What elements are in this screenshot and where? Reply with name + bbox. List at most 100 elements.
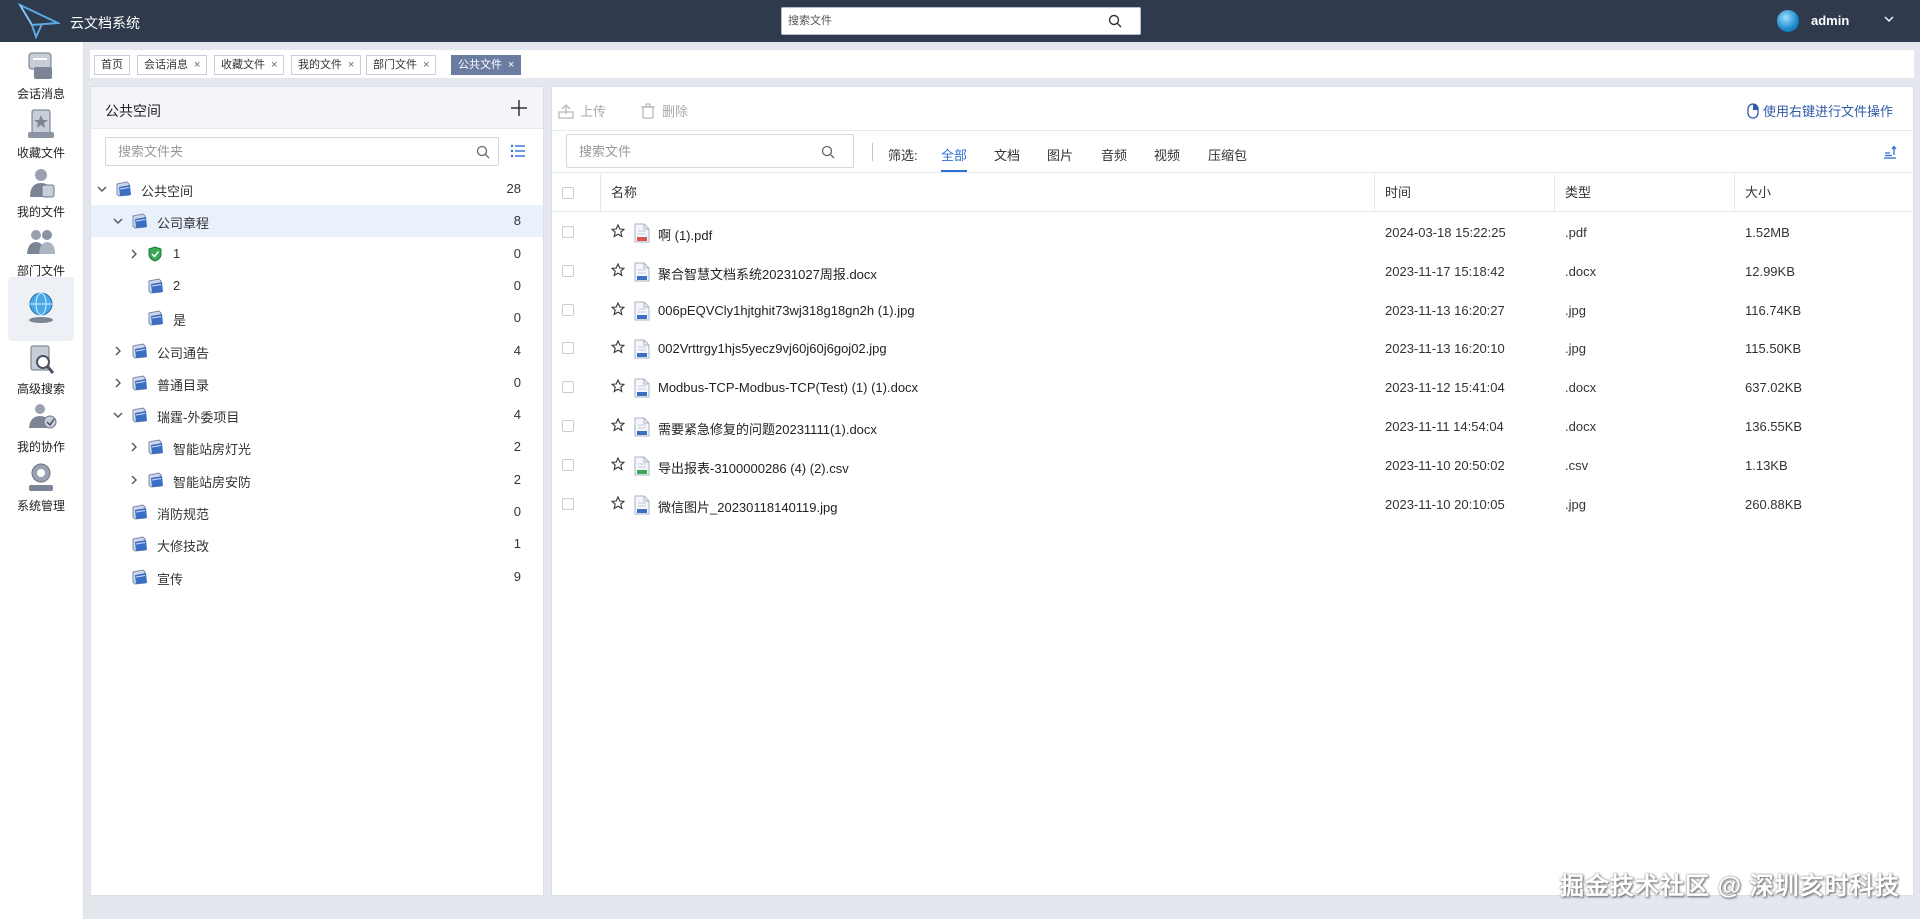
column-header-name[interactable]: 名称 xyxy=(600,174,1224,212)
add-folder-icon[interactable] xyxy=(509,98,529,118)
folder-tree-row[interactable]: 10 xyxy=(91,238,543,270)
file-name[interactable]: 聚合智慧文档系统20231027周报.docx xyxy=(658,264,877,283)
filter-tab-4[interactable]: 视频 xyxy=(1154,145,1180,164)
star-icon[interactable] xyxy=(611,302,625,316)
tab-close-icon[interactable]: × xyxy=(348,59,354,71)
top-search-box[interactable] xyxy=(781,7,1141,35)
table-row[interactable]: 006pEQVCly1hjtghit73wj318g18gn2h (1).jpg… xyxy=(552,291,1913,330)
tab-close-icon[interactable]: × xyxy=(423,59,429,71)
nav-item-2[interactable]: 我的文件 xyxy=(8,165,74,220)
row-checkbox[interactable] xyxy=(562,498,574,510)
tab-3[interactable]: 我的文件 × xyxy=(291,55,362,75)
chevron-down-icon[interactable] xyxy=(97,184,107,194)
search-icon[interactable] xyxy=(1108,14,1122,28)
chevron-down-icon[interactable] xyxy=(113,216,123,226)
file-search-box[interactable] xyxy=(566,134,854,168)
star-icon[interactable] xyxy=(611,457,625,471)
tab-close-icon[interactable]: × xyxy=(271,59,277,71)
nav-item-6[interactable]: 我的协作 xyxy=(8,400,74,455)
row-checkbox[interactable] xyxy=(562,420,574,432)
list-view-icon[interactable] xyxy=(510,144,526,158)
nav-item-1[interactable]: 收藏文件 xyxy=(8,106,74,161)
chevron-right-icon[interactable] xyxy=(129,442,139,452)
upload-button[interactable]: 上传 xyxy=(558,101,606,120)
file-name[interactable]: 002Vrttrgy1hjs5yecz9vj60j60j6goj02.jpg xyxy=(658,341,887,356)
folder-tree-row[interactable]: 智能站房灯光 2 xyxy=(91,431,543,463)
tab-5[interactable]: 公共文件 × xyxy=(451,55,522,75)
column-header-type[interactable]: 类型 xyxy=(1554,174,1734,212)
select-all-checkbox[interactable] xyxy=(562,187,574,199)
tab-close-icon[interactable]: × xyxy=(508,59,514,71)
delete-button[interactable]: 删除 xyxy=(640,101,688,120)
folder-tree-row[interactable]: 大修技改 1 xyxy=(91,528,543,560)
file-name[interactable]: 006pEQVCly1hjtghit73wj318g18gn2h (1).jpg xyxy=(658,303,915,318)
chevron-right-icon[interactable] xyxy=(113,346,123,356)
tab-0[interactable]: 首页 xyxy=(94,55,130,75)
folder-tree-row[interactable]: 20 xyxy=(91,270,543,302)
row-checkbox[interactable] xyxy=(562,342,574,354)
star-icon[interactable] xyxy=(611,496,625,510)
search-icon[interactable] xyxy=(476,145,490,159)
file-name[interactable]: 需要紧急修复的问题20231111(1).docx xyxy=(658,419,877,438)
row-checkbox[interactable] xyxy=(562,265,574,277)
tab-2[interactable]: 收藏文件 × xyxy=(214,55,285,75)
table-row[interactable]: 002Vrttrgy1hjs5yecz9vj60j60j6goj02.jpg 20… xyxy=(552,329,1913,368)
folder-tree-row[interactable]: 公司通告 4 xyxy=(91,335,543,367)
star-icon[interactable] xyxy=(611,340,625,354)
folder-tree-row[interactable]: 是0 xyxy=(91,302,543,334)
file-name[interactable]: 啊 (1).pdf xyxy=(658,225,712,244)
top-search-input[interactable] xyxy=(782,8,1102,34)
star-icon[interactable] xyxy=(611,224,625,238)
table-row[interactable]: 微信图片_20230118140119.jpg 2023-11-10 20:10:… xyxy=(552,485,1913,524)
file-name[interactable]: Modbus-TCP-Modbus-TCP(Test) (1) (1).docx xyxy=(658,380,918,395)
nav-item-3[interactable]: 部门文件 xyxy=(8,224,74,279)
folder-tree-row[interactable]: 瑞霆-外委项目 4 xyxy=(91,399,543,431)
star-icon[interactable] xyxy=(611,418,625,432)
table-row[interactable]: 导出报表-3100000286 (4) (2).csv 2023-11-10 20… xyxy=(552,446,1913,485)
table-row[interactable]: Modbus-TCP-Modbus-TCP(Test) (1) (1).docx… xyxy=(552,368,1913,407)
filter-tab-3[interactable]: 音频 xyxy=(1101,145,1127,164)
table-row[interactable]: 需要紧急修复的问题20231111(1).docx 2023-11-11 14:5… xyxy=(552,407,1913,446)
chevron-right-icon[interactable] xyxy=(113,378,123,388)
row-checkbox[interactable] xyxy=(562,459,574,471)
folder-search-box[interactable] xyxy=(105,137,499,166)
filter-tab-5[interactable]: 压缩包 xyxy=(1208,145,1247,164)
row-checkbox[interactable] xyxy=(562,304,574,316)
nav-item-5[interactable]: 高级搜索 xyxy=(8,342,74,397)
username[interactable]: admin xyxy=(1811,13,1849,28)
row-checkbox[interactable] xyxy=(562,226,574,238)
search-icon[interactable] xyxy=(821,145,835,159)
folder-tree-row[interactable]: 公共空间 28 xyxy=(91,173,543,205)
table-row[interactable]: 聚合智慧文档系统20231027周报.docx 2023-11-17 15:18:… xyxy=(552,252,1913,291)
tab-4[interactable]: 部门文件 × xyxy=(366,55,437,75)
folder-tree-row[interactable]: 普通目录 0 xyxy=(91,367,543,399)
folder-search-input[interactable] xyxy=(106,138,456,165)
filter-tab-0[interactable]: 全部 xyxy=(941,145,968,172)
file-name[interactable]: 微信图片_20230118140119.jpg xyxy=(658,497,837,516)
tab-close-icon[interactable]: × xyxy=(194,59,200,71)
column-header-size[interactable]: 大小 xyxy=(1734,174,1913,212)
folder-tree-row[interactable]: 智能站房安防 2 xyxy=(91,464,543,496)
star-icon[interactable] xyxy=(611,379,625,393)
chevron-down-icon[interactable] xyxy=(1884,14,1894,24)
file-name[interactable]: 导出报表-3100000286 (4) (2).csv xyxy=(658,458,849,477)
folder-tree-row[interactable]: 消防规范 0 xyxy=(91,496,543,528)
chevron-down-icon[interactable] xyxy=(113,410,123,420)
file-search-input[interactable] xyxy=(567,135,807,167)
row-checkbox[interactable] xyxy=(562,381,574,393)
folder-tree-row[interactable]: 公司章程 8 xyxy=(91,205,543,237)
nav-item-0[interactable]: 会话消息 xyxy=(8,47,74,102)
tab-1[interactable]: 会话消息 × xyxy=(137,55,208,75)
filter-tab-1[interactable]: 文档 xyxy=(994,145,1020,164)
table-row[interactable]: 啊 (1).pdf 2024-03-18 15:22:25 .pdf 1.52MB xyxy=(552,213,1913,252)
chevron-right-icon[interactable] xyxy=(129,249,139,259)
folder-tree-row[interactable]: 宣传 9 xyxy=(91,561,543,593)
chevron-right-icon[interactable] xyxy=(129,475,139,485)
nav-item-7[interactable]: 系统管理 xyxy=(8,459,74,514)
star-icon[interactable] xyxy=(611,263,625,277)
nav-item-4[interactable] xyxy=(8,277,74,341)
filter-tab-2[interactable]: 图片 xyxy=(1047,145,1073,164)
sort-icon[interactable] xyxy=(1883,145,1897,159)
avatar[interactable] xyxy=(1777,10,1799,32)
column-header-time[interactable]: 时间 xyxy=(1374,174,1554,212)
